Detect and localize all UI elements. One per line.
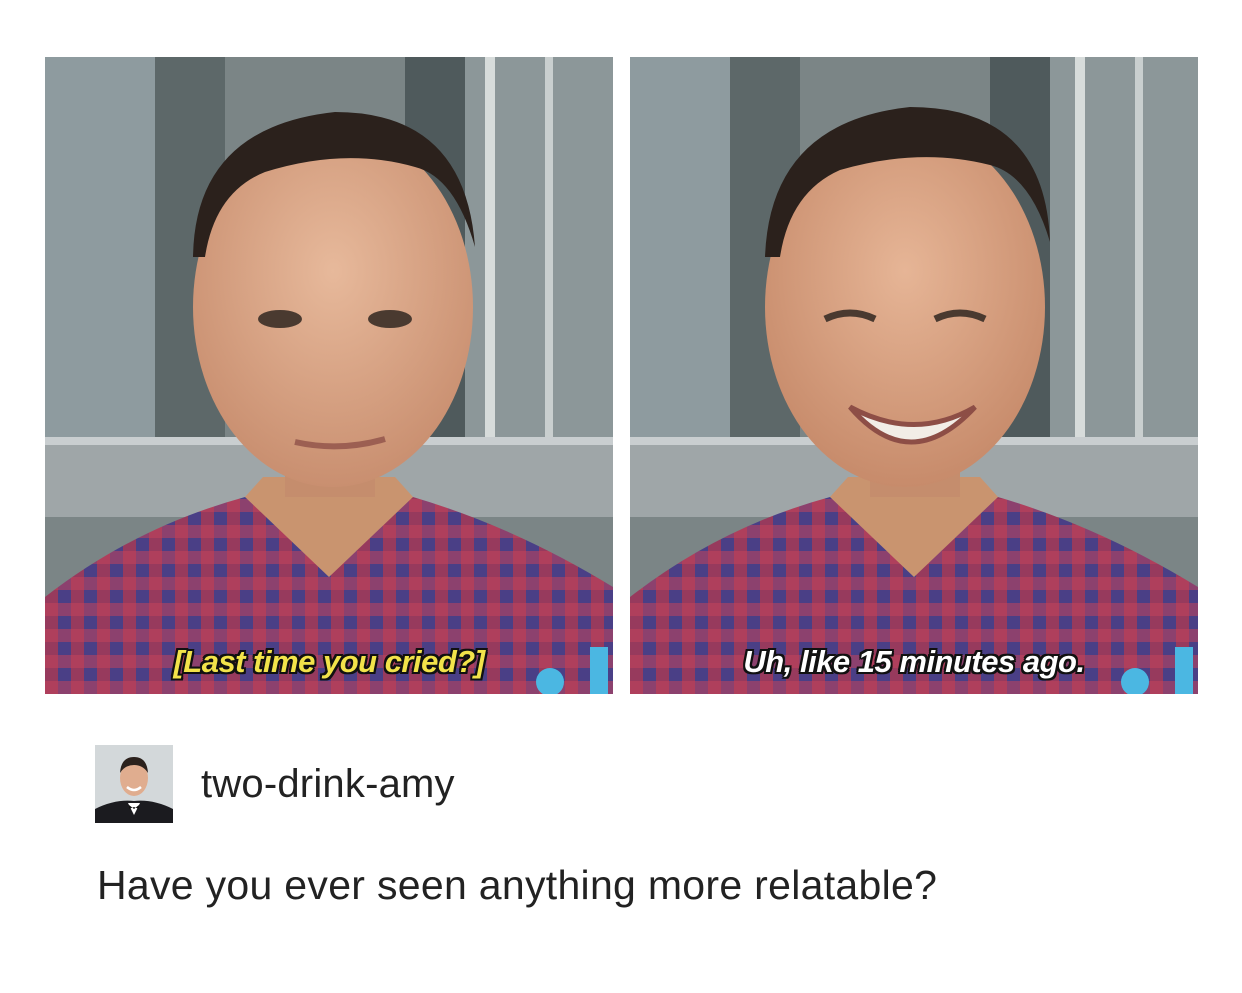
avatar-image — [95, 745, 173, 823]
username-link[interactable]: two-drink-amy — [201, 762, 455, 807]
photo-right — [630, 57, 1198, 694]
photo-left — [45, 57, 613, 694]
photo-panel-right: Uh, like 15 minutes ago. — [630, 57, 1198, 694]
subtitle-caption-right: Uh, like 15 minutes ago. — [743, 644, 1085, 679]
post-header: two-drink-amy — [95, 745, 455, 823]
post-body-text: Have you ever seen anything more relatab… — [97, 862, 938, 908]
subtitle-caption-left: [Last time you cried?] — [173, 644, 485, 679]
avatar[interactable] — [95, 745, 173, 823]
photo-panel-left: [Last time you cried?] — [45, 57, 613, 694]
